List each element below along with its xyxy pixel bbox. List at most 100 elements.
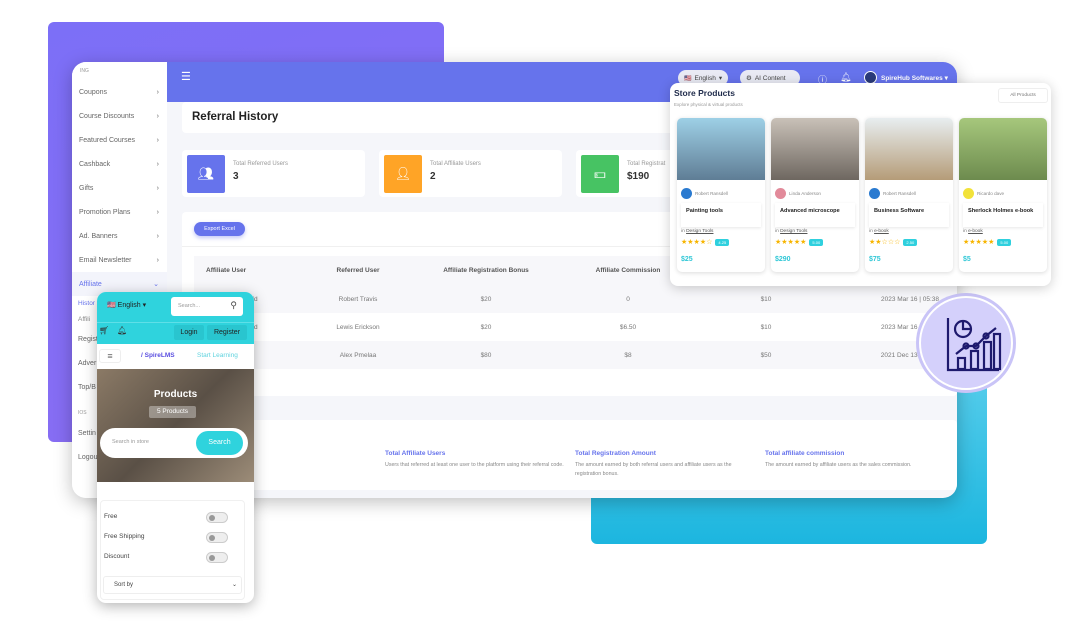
all-products-button[interactable]: All Products [998, 88, 1048, 103]
product-author[interactable]: Robert Ransdell [681, 188, 728, 199]
product-name[interactable]: Advanced microscope [775, 203, 855, 227]
sidebar-item[interactable]: Adver [78, 360, 96, 367]
sidebar-item[interactable]: Course Discounts › [72, 104, 167, 128]
sort-select[interactable]: Sort by ⌄ [103, 576, 242, 594]
filter-toggle[interactable] [206, 552, 228, 563]
chevron-down-icon: ⌄ [153, 281, 159, 288]
info-text: The amount earned by affiliate users as … [765, 462, 912, 468]
chevron-right-icon: › [156, 184, 159, 192]
filter-toggle[interactable] [206, 512, 228, 523]
export-excel-button[interactable]: Export Excel [194, 222, 245, 236]
product-name[interactable]: Painting tools [681, 203, 761, 227]
table-cell: $20 [422, 285, 550, 313]
product-category: in e-book [963, 229, 983, 234]
category-link[interactable]: Design Tools [686, 229, 713, 234]
stat-label: Total Registrat [627, 161, 666, 167]
product-price: $75 [869, 256, 881, 263]
sidebar-item-label: Affiliate [79, 280, 102, 288]
product-rating: ★★★★★ 5.00 [775, 238, 824, 246]
sidebar-item[interactable]: Gifts › [72, 176, 167, 200]
sidebar-subitem[interactable]: Histor [78, 300, 95, 307]
category-link[interactable]: e-book [874, 229, 889, 234]
sidebar-item[interactable]: Email Newsletter › [72, 248, 167, 272]
product-rating: ★★★★☆ 4.25 [681, 238, 730, 246]
analytics-chart-icon [946, 318, 1002, 372]
product-card[interactable]: Robert Ransdell Painting tools in Design T… [677, 118, 765, 272]
stat-value: $190 [627, 171, 650, 182]
sidebar-item[interactable]: Top/B [78, 384, 96, 391]
column-header[interactable]: Affiliate User [194, 256, 294, 285]
sidebar-item-label: Course Discounts [79, 112, 135, 120]
caret-icon: ▾ [718, 75, 723, 82]
sidebar-item[interactable]: Logou [78, 454, 97, 461]
stat-icon: 💵︎ [581, 155, 619, 193]
filter-toggle[interactable] [206, 532, 228, 543]
store-search-button[interactable]: Search [196, 431, 243, 455]
rating-badge: 5.00 [997, 238, 1012, 246]
sidebar-caption: ING [80, 68, 89, 74]
table-cell: $8 [550, 341, 706, 369]
sidebar-subitem[interactable]: Affili [78, 316, 90, 323]
sidebar-item[interactable]: Settin [78, 430, 96, 437]
product-name[interactable]: Sherlock Holmes e-book [963, 203, 1043, 227]
sidebar-item[interactable]: Cashback › [72, 152, 167, 176]
sidebar-item[interactable]: Featured Courses › [72, 128, 167, 152]
product-image [865, 118, 953, 180]
page-header: Referral History [182, 102, 692, 133]
info-title: Total affiliate commission [765, 450, 845, 457]
product-author[interactable]: Linda Anderson [775, 188, 821, 199]
login-button[interactable]: Login [174, 325, 204, 340]
register-button[interactable]: Register [207, 325, 247, 340]
product-card[interactable]: Ricardo dave Sherlock Holmes e-book in e-b… [959, 118, 1047, 272]
table-row: eldRobert Travis$200$102023 Mar 16 | 05:… [194, 285, 957, 313]
info-text: The amount earned by both referral users… [575, 462, 732, 477]
product-name[interactable]: Business Software [869, 203, 949, 227]
sidebar-item-label: Coupons [79, 88, 108, 96]
category-link[interactable]: e-book [968, 229, 983, 234]
category-link[interactable]: Design Tools [780, 229, 807, 234]
product-card[interactable]: Linda Anderson Advanced microscope in Desi… [771, 118, 859, 272]
chevron-right-icon: › [156, 88, 159, 96]
sidebar-item-label: Email Newsletter [79, 256, 132, 264]
info-item: Total Registration Amount The amount earn… [575, 450, 755, 479]
hamburger-icon[interactable]: ≡ [99, 349, 121, 363]
table-cell: $6.50 [619, 323, 637, 331]
sidebar-item[interactable]: Promotion Plans › [72, 200, 167, 224]
product-category: in Design Tools [775, 229, 808, 234]
store-products-panel: Store Products Explore physical & virtua… [670, 83, 1051, 286]
product-price: $290 [775, 256, 791, 263]
table-row: eldLewis Erickson$20$6.50$102023 Mar 16 … [194, 313, 957, 341]
table-row: Alex Pmelaa $80 $8 $50 2021 Dec 13 | 02:00 [194, 341, 957, 369]
product-author[interactable]: Robert Ransdell [869, 188, 916, 199]
column-header[interactable]: Referred User [294, 256, 422, 285]
column-header[interactable]: Affiliate Registration Bonus [422, 256, 550, 285]
cart-icon[interactable]: 🛒︎ [99, 326, 109, 335]
store-title: Store Products [674, 88, 735, 98]
chevron-right-icon: › [156, 232, 159, 240]
info-card: rsn the platform using the referral code… [112, 420, 957, 490]
sidebar-item[interactable]: Coupons › [72, 80, 167, 104]
store-subtitle: Explore physical & virtual products [674, 102, 743, 107]
avatar [681, 188, 692, 199]
user-menu[interactable]: SpireHub Softwares ▾ [881, 74, 948, 82]
filter-label: Free Shipping [104, 533, 145, 540]
star-rating-icon: ★★☆☆☆ [869, 239, 901, 246]
menu-icon[interactable]: ☰ [181, 70, 191, 83]
table-cell: $80 [422, 341, 550, 369]
spirelms-logo[interactable]: / SpireLMS [141, 352, 175, 359]
sidebar-item[interactable]: Regist [78, 336, 98, 343]
chevron-down-icon: ⌄ [231, 582, 237, 588]
start-learning-link[interactable]: Start Learning [197, 352, 238, 359]
store-search-input[interactable]: Search in store Search [100, 428, 248, 458]
product-card[interactable]: Robert Ransdell Business Software in e-boo… [865, 118, 953, 272]
sidebar-item[interactable]: Ad. Banners › [72, 224, 167, 248]
sort-label: Sort by [114, 582, 134, 588]
author-name: Linda Anderson [789, 191, 821, 196]
stat-card: 👤︎ Total Affiliate Users 2 [379, 150, 562, 197]
bell-icon[interactable]: 🔔︎ [117, 326, 127, 335]
search-icon: ⚲ [230, 300, 237, 310]
bell-icon[interactable]: 🔔︎ [840, 72, 851, 83]
mobile-language-select[interactable]: 🇺🇸 English ▾ [107, 301, 146, 309]
mobile-search-input[interactable]: Search... ⚲ [171, 297, 243, 316]
product-author[interactable]: Ricardo dave [963, 188, 1004, 199]
